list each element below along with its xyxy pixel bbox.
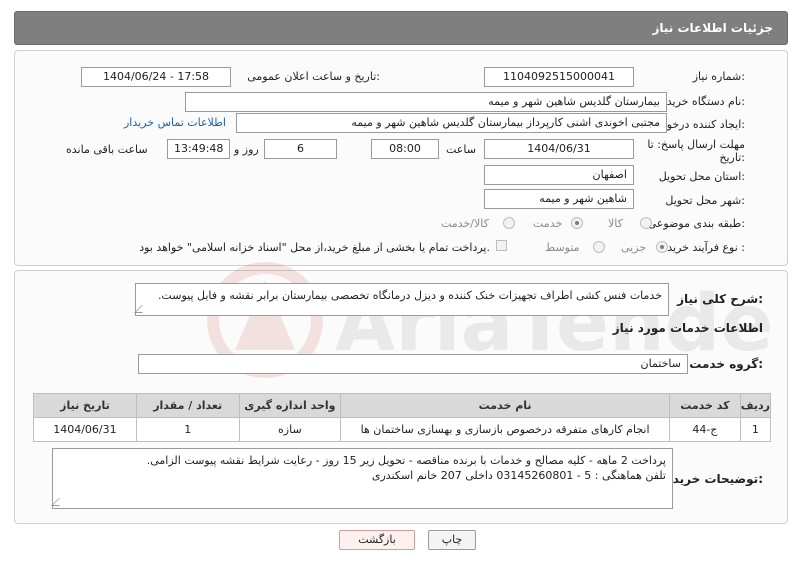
remaining-label: ساعت باقی مانده [66, 143, 148, 156]
process-option-medium: متوسط [545, 241, 580, 254]
category-option-service: خدمت [533, 217, 563, 230]
buyer-notes-line-2: تلفن هماهنگی : 5 - 03145260801 داخلی 207… [371, 469, 666, 482]
process-radio-medium[interactable] [593, 241, 605, 253]
announce-label: تاریخ و ساعت اعلان عمومی: [247, 70, 380, 83]
cell-need-date: 1404/06/31 [33, 417, 137, 442]
category-radio-goods-service[interactable] [503, 217, 515, 229]
col-need-date: تاریخ نیاز [33, 393, 137, 418]
description-label: شرح کلی نیاز: [677, 292, 763, 306]
header-bar: جزئیات اطلاعات نیاز [14, 11, 788, 45]
print-button[interactable]: چاپ [428, 530, 476, 550]
col-row: ردیف [739, 393, 772, 418]
province-label: استان محل تحویل: [658, 170, 745, 183]
process-label: نوع فرآیند خرید : [667, 241, 745, 254]
resize-handle-icon[interactable] [134, 305, 150, 313]
cell-service-code: ج-44 [668, 417, 741, 442]
requester-field: مجتبی اخوندی اشنی کارپرداز بیمارستان گلد… [236, 113, 667, 133]
col-unit: واحد اندازه گیری [238, 393, 342, 418]
deadline-time-field: 08:00 [371, 139, 439, 159]
city-field: شاهین شهر و میمه [484, 189, 634, 209]
cell-service-name: انجام کارهای متفرقه درخصوص بازسازی و بهس… [340, 417, 670, 442]
description-textarea[interactable]: خدمات فنس کشی اطراف تجهیزات خنک کننده و … [134, 283, 669, 316]
col-service-code: کد خدمت [668, 393, 741, 418]
buyer-notes-textarea[interactable]: پرداخت 2 ماهه - کلیه مصالح و خدمات با بر… [51, 448, 673, 509]
header: جزئیات اطلاعات نیاز [14, 5, 788, 45]
cell-quantity: 1 [135, 417, 240, 442]
treasury-note: پرداخت تمام یا بخشی از مبلغ خرید،از محل … [139, 241, 490, 254]
need-number-field: 1104092515000041 [484, 67, 634, 87]
cell-unit: سازه [238, 417, 342, 442]
treasury-checkbox[interactable] [496, 240, 507, 251]
service-group-field: ساختمان [138, 354, 688, 374]
announce-field: 1404/06/24 - 17:58 [81, 67, 231, 87]
deadline-label: مهلت ارسال پاسخ: تا [647, 138, 745, 151]
buyer-org-label: نام دستگاه خریدار: [658, 95, 745, 108]
province-field: اصفهان [484, 165, 634, 185]
buyer-notes-line-1: پرداخت 2 ماهه - کلیه مصالح و خدمات با بر… [146, 454, 666, 467]
category-label: طبقه بندی موضوعی: [647, 217, 745, 230]
days-label: روز و [234, 143, 259, 156]
cell-row: 1 [739, 417, 772, 442]
description-text: خدمات فنس کشی اطراف تجهیزات خنک کننده و … [157, 289, 662, 302]
process-radio-minor[interactable] [656, 241, 668, 253]
time-label: ساعت [446, 143, 476, 156]
page-title: جزئیات اطلاعات نیاز [652, 21, 773, 35]
deadline-date-field: 1404/06/31 [484, 139, 634, 159]
category-option-goods: کالا [608, 217, 623, 230]
service-group-label: گروه خدمت: [689, 357, 763, 371]
buyer-notes-label: توضیحات خریدار: [661, 472, 763, 486]
table-row: 1 ج-44 انجام کارهای متفرقه درخصوص بازساز… [33, 417, 772, 442]
col-quantity: تعداد / مقدار [135, 393, 240, 418]
services-table: ردیف کد خدمت نام خدمت واحد اندازه گیری ت… [33, 393, 772, 442]
remaining-time-field: 13:49:48 [167, 139, 230, 159]
deadline-label-date: تاریخ: [719, 151, 745, 164]
resize-handle-icon[interactable] [51, 498, 67, 506]
category-radio-goods[interactable] [640, 217, 652, 229]
services-table-header: ردیف کد خدمت نام خدمت واحد اندازه گیری ت… [33, 393, 772, 418]
buyer-contact-link[interactable]: اطلاعات تماس خریدار [124, 116, 226, 129]
city-label: شهر محل تحویل: [665, 194, 745, 207]
need-number-label: شماره نیاز: [692, 70, 745, 83]
buyer-org-field: بیمارستان گلدیس شاهین شهر و میمه [185, 92, 667, 112]
services-section-title: اطلاعات خدمات مورد نیاز [612, 321, 763, 335]
back-button[interactable]: بازگشت [339, 530, 415, 550]
process-option-minor: جزیی [621, 241, 647, 254]
category-radio-service[interactable] [571, 217, 583, 229]
days-field: 6 [264, 139, 337, 159]
category-option-goods-service: کالا/خدمت [441, 217, 489, 230]
col-service-name: نام خدمت [340, 393, 670, 418]
